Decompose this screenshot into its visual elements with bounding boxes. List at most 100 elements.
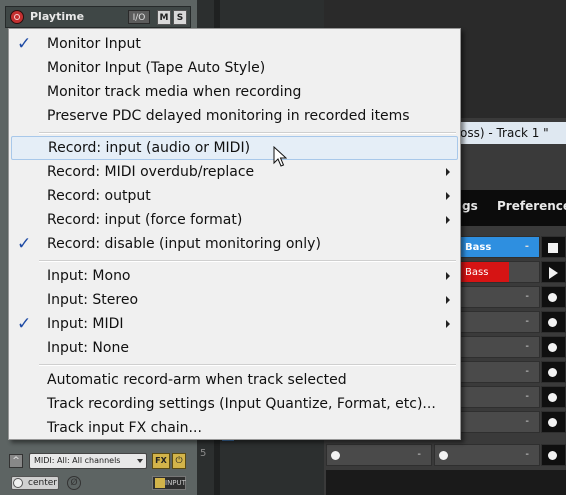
midi-channel-value: MIDI: All: All channels <box>34 456 121 465</box>
menu-item-label: Automatic record-arm when track selected <box>47 372 347 388</box>
pan-value: center <box>28 478 57 488</box>
scene-record-button[interactable] <box>541 311 566 333</box>
menu-item-label: Input: None <box>47 340 129 356</box>
menu-item-record-disable[interactable]: ✓ Record: disable (input monitoring only… <box>11 232 458 256</box>
clip-slot[interactable]: - <box>456 286 540 308</box>
menu-item-label: Preserve PDC delayed monitoring in recor… <box>47 108 410 124</box>
editor-bottom-strip <box>326 470 566 495</box>
clip-slot[interactable]: - <box>456 311 540 333</box>
envelope-icon[interactable]: ^ <box>9 454 23 468</box>
submenu-arrow-icon <box>446 272 450 280</box>
menu-item-monitor-track-media[interactable]: Monitor track media when recording <box>11 80 458 104</box>
menu-item-preserve-pdc[interactable]: Preserve PDC delayed monitoring in recor… <box>11 104 458 128</box>
pan-knob-icon[interactable] <box>13 478 23 488</box>
ruler-marker <box>222 440 234 441</box>
menu-item-label: Input: MIDI <box>47 316 124 332</box>
menu-item-input-none[interactable]: Input: None <box>11 336 458 360</box>
menu-item-label: Input: Stereo <box>47 292 139 308</box>
clip-slot-label: Bass <box>465 242 492 253</box>
clip-slot[interactable]: - <box>326 444 432 466</box>
clip-slot[interactable]: Bass <box>456 261 540 283</box>
clip-slot-dash: - <box>525 366 529 377</box>
scene-record-button[interactable] <box>541 411 566 433</box>
mute-button[interactable]: M <box>157 10 171 25</box>
menu-item-label: Monitor Input <box>47 36 141 52</box>
clip-slot[interactable]: - <box>456 411 540 433</box>
menu-separator <box>39 364 456 366</box>
clip-slot[interactable]: - <box>456 361 540 383</box>
submenu-arrow-icon <box>446 296 450 304</box>
menu-item-label: Record: MIDI overdub/replace <box>47 164 255 180</box>
checkmark-icon: ✓ <box>17 34 32 54</box>
pan-control[interactable]: center <box>11 476 59 490</box>
menu-item-record-output[interactable]: Record: output <box>11 184 458 208</box>
menu-item-record-input-force-format[interactable]: Record: input (force format) <box>11 208 458 232</box>
checkmark-icon: ✓ <box>17 314 32 334</box>
clip-slot-active[interactable]: Bass <box>457 262 509 282</box>
stop-icon <box>548 243 558 253</box>
menu-item-input-midi[interactable]: ✓ Input: MIDI <box>11 312 458 336</box>
menu-item-auto-record-arm[interactable]: Automatic record-arm when track selected <box>11 368 458 392</box>
record-monitoring-context-menu: ✓ Monitor Input Monitor Input (Tape Auto… <box>8 28 461 440</box>
checkmark-icon: ✓ <box>17 234 32 254</box>
phase-invert-icon[interactable]: Ø <box>67 476 81 490</box>
menu-item-record-input[interactable]: Record: input (audio or MIDI) <box>11 136 458 160</box>
clip-slot-dash: - <box>525 449 529 460</box>
menu-item-label: Monitor Input (Tape Auto Style) <box>47 60 266 76</box>
menu-item-label: Record: output <box>47 188 151 204</box>
clip-slot-dash: - <box>525 391 529 402</box>
track-pan-row: center Ø INPUT <box>5 474 191 492</box>
fx-button[interactable]: FX <box>152 453 170 469</box>
solo-button[interactable]: S <box>173 10 187 25</box>
record-icon <box>548 451 557 460</box>
menu-item-label: Track recording settings (Input Quantize… <box>47 396 436 412</box>
clip-slot[interactable]: Bass - <box>456 236 540 258</box>
midi-channel-select[interactable]: MIDI: All: All channels <box>29 453 147 469</box>
track-header: Playtime I/O M S <box>5 6 191 28</box>
midi-editor-title: oss) - Track 1 " <box>460 122 566 144</box>
clip-slot[interactable]: - <box>456 336 540 358</box>
scene-stop-button[interactable] <box>541 236 566 258</box>
io-button[interactable]: I/O <box>128 10 150 24</box>
fx-bypass-icon[interactable]: ⏻ <box>172 453 186 469</box>
scene-record-button[interactable] <box>541 336 566 358</box>
menu-item-label: Record: input (audio or MIDI) <box>48 140 251 156</box>
clip-slot[interactable]: - <box>456 386 540 408</box>
record-icon <box>548 368 557 377</box>
menu-preferences[interactable]: Preferences <box>497 199 566 213</box>
scene-record-button[interactable] <box>541 444 566 466</box>
menu-item-input-mono[interactable]: Input: Mono <box>11 264 458 288</box>
row-number: 5 <box>200 448 207 459</box>
record-arm-button[interactable] <box>10 10 24 24</box>
scene-play-button[interactable] <box>541 261 566 283</box>
menu-item-label: Record: input (force format) <box>47 212 243 228</box>
menu-item-monitor-input[interactable]: ✓ Monitor Input <box>11 32 458 56</box>
track-name[interactable]: Playtime <box>30 10 84 23</box>
submenu-arrow-icon <box>446 320 450 328</box>
submenu-arrow-icon <box>446 192 450 200</box>
menu-item-monitor-input-tape-auto[interactable]: Monitor Input (Tape Auto Style) <box>11 56 458 80</box>
record-icon <box>548 393 557 402</box>
record-icon <box>548 418 557 427</box>
menu-item-label: Track input FX chain... <box>47 420 202 436</box>
clip-slot-dash: - <box>525 291 529 302</box>
menu-item-track-recording-settings[interactable]: Track recording settings (Input Quantize… <box>11 392 458 416</box>
input-label: INPUT <box>165 479 186 487</box>
menu-item-track-input-fx-chain[interactable]: Track input FX chain... <box>11 416 458 438</box>
scene-record-button[interactable] <box>541 386 566 408</box>
menu-item-label: Input: Mono <box>47 268 131 284</box>
record-icon <box>439 451 448 460</box>
scene-record-button[interactable] <box>541 286 566 308</box>
scene-record-button[interactable] <box>541 361 566 383</box>
submenu-arrow-icon <box>446 168 450 176</box>
input-monitor-button[interactable]: INPUT <box>152 476 186 490</box>
clip-slot[interactable]: - <box>434 444 540 466</box>
chevron-down-icon <box>137 459 143 463</box>
track-input-row: ^ MIDI: All: All channels FX ⏻ <box>5 453 191 471</box>
menu-item-label: Monitor track media when recording <box>47 84 302 100</box>
menu-item-input-stereo[interactable]: Input: Stereo <box>11 288 458 312</box>
menu-item-record-midi-overdub[interactable]: Record: MIDI overdub/replace <box>11 160 458 184</box>
menu-settings[interactable]: gs <box>462 199 478 213</box>
clip-slot-dash: - <box>525 416 529 427</box>
play-icon <box>155 478 165 488</box>
